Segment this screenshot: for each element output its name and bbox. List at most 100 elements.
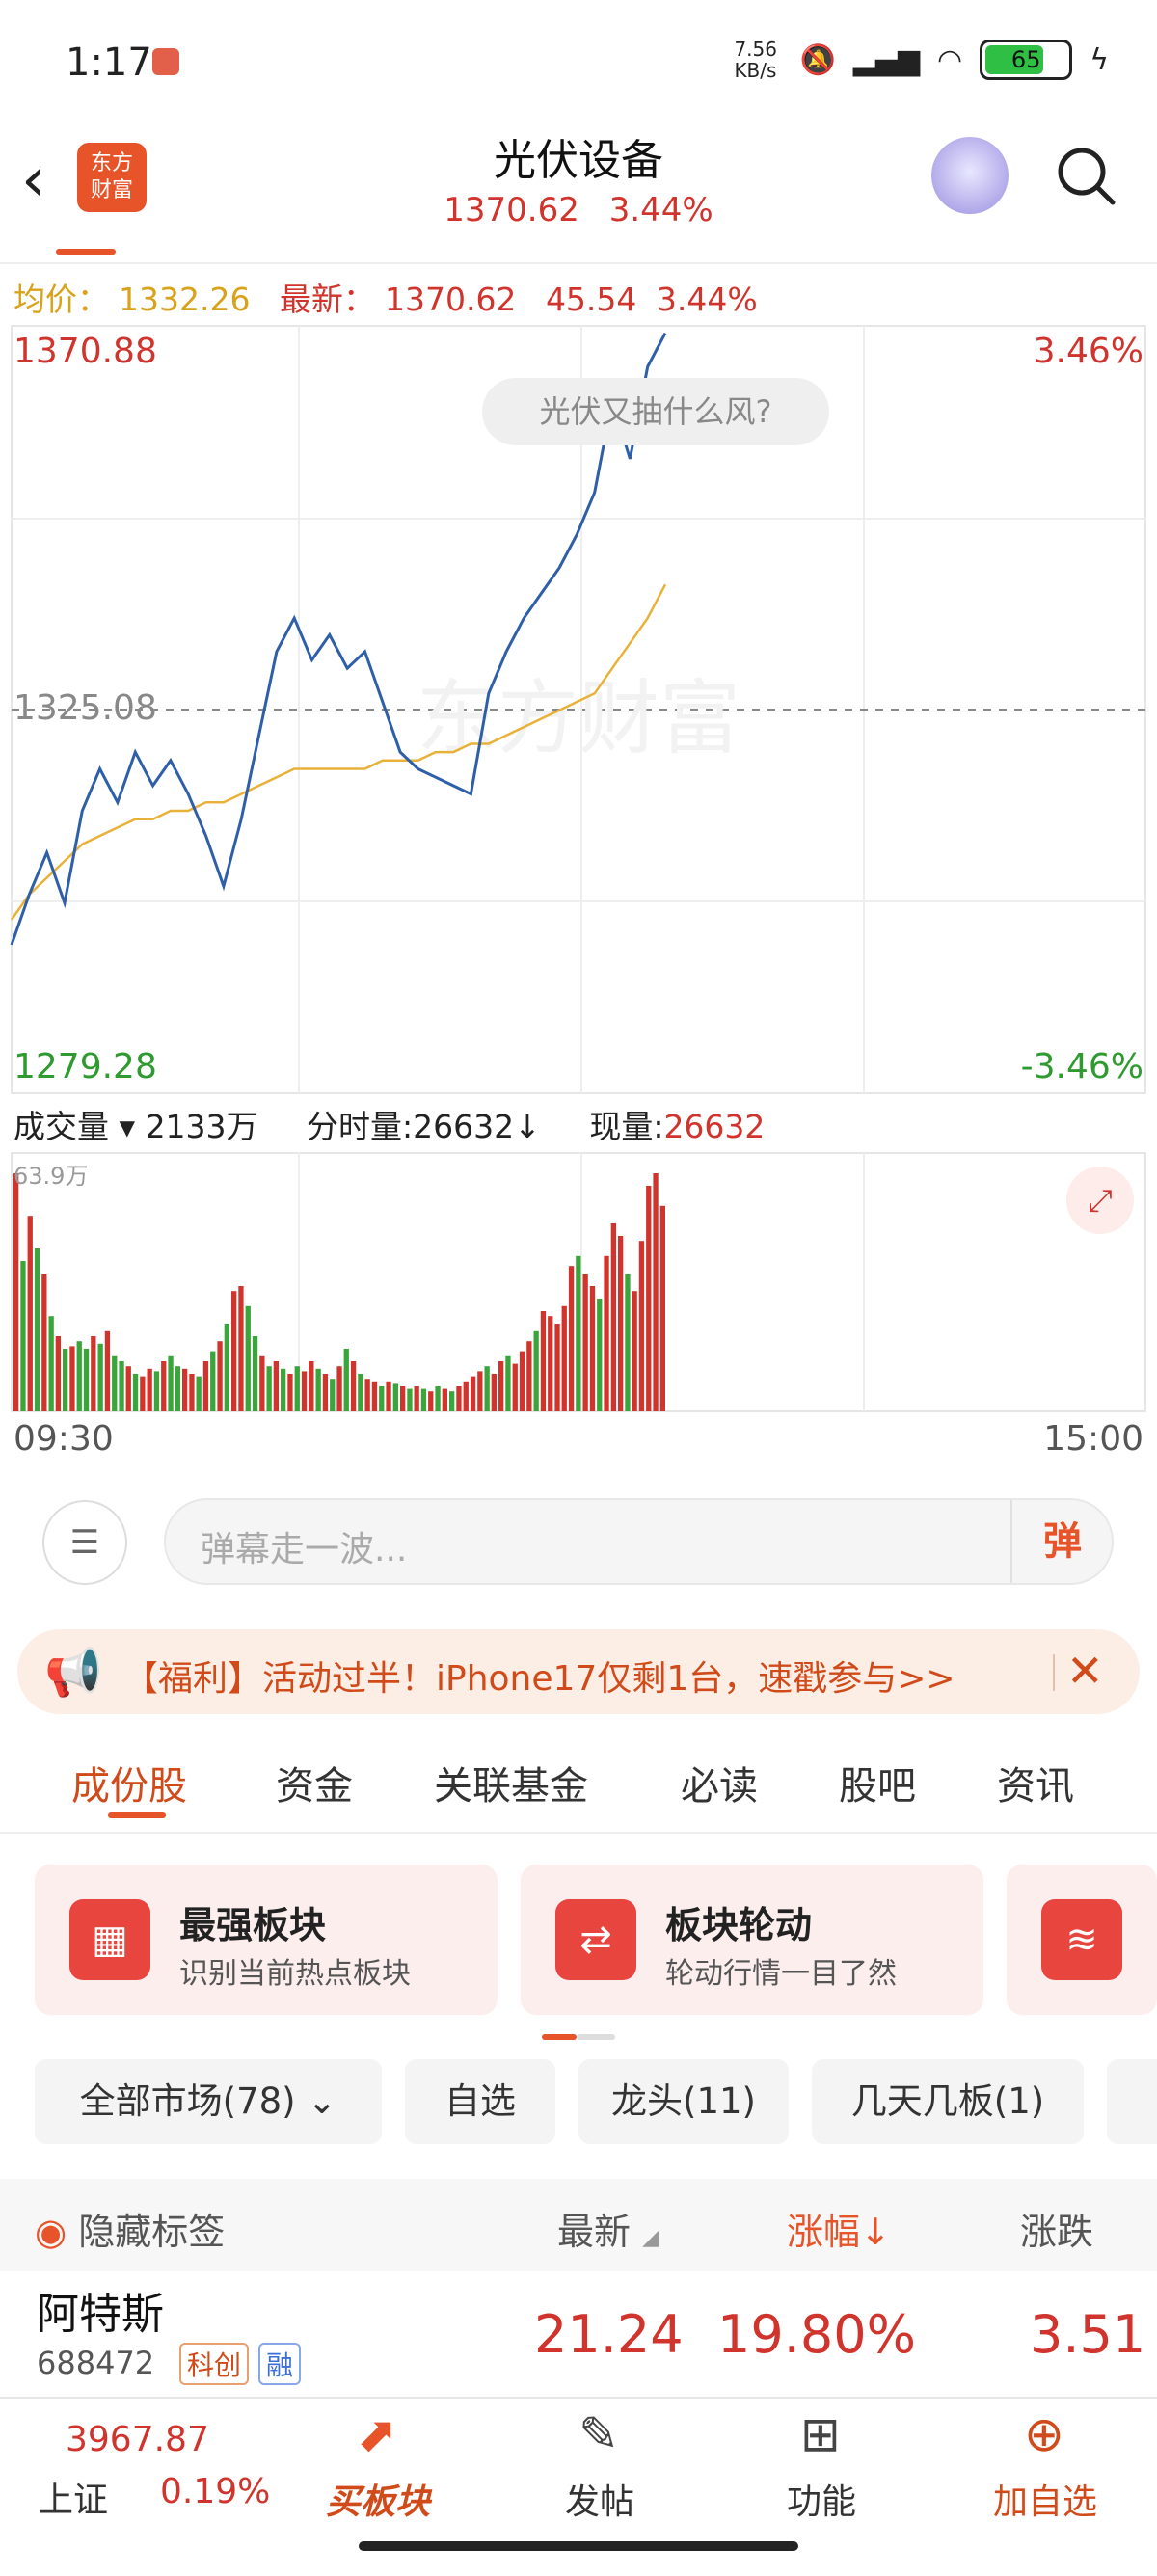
header-underline bbox=[56, 249, 116, 255]
nav-functions[interactable]: 功能 bbox=[744, 2474, 899, 2524]
volume-bar bbox=[491, 1374, 497, 1411]
megaphone-icon: 📢 bbox=[44, 1646, 102, 1700]
current-volume: 现量:26632 bbox=[589, 1108, 766, 1145]
volume-bar bbox=[632, 1291, 637, 1411]
battery-icon: 65 bbox=[980, 40, 1073, 80]
volume-bar bbox=[238, 1286, 244, 1411]
volume-bar bbox=[498, 1361, 504, 1411]
volume-bar bbox=[400, 1386, 406, 1411]
volume-bar bbox=[604, 1255, 609, 1411]
status-bar: 1:17 7.56 KB/s 🔕 ▂▄▆ ◠ 65 ϟ bbox=[0, 0, 1157, 125]
volume-bar bbox=[336, 1366, 342, 1411]
volume-bar bbox=[540, 1311, 547, 1411]
volume-bar bbox=[435, 1386, 441, 1411]
latest-label: 最新： 1370.62 bbox=[279, 281, 517, 318]
volume-bar bbox=[112, 1355, 118, 1411]
stock-change-pct: 19.80% bbox=[717, 2304, 916, 2365]
header-change-pct: 3.44% bbox=[608, 191, 713, 229]
volume-bar bbox=[414, 1386, 419, 1411]
banner-divider bbox=[1053, 1654, 1055, 1691]
edit-icon[interactable]: ✎ bbox=[565, 2406, 632, 2464]
volume-bar bbox=[646, 1186, 652, 1411]
rotation-icon: ⇄ bbox=[555, 1899, 636, 1980]
danmaku-send-button[interactable]: 弹 bbox=[1010, 1500, 1113, 1583]
grid-icon[interactable]: ⊞ bbox=[787, 2406, 854, 2464]
tab-bar: 成份股 资金 关联基金 必读 股吧 资讯 bbox=[0, 1726, 1157, 1834]
volume-bar bbox=[589, 1286, 596, 1411]
buy-sector-icon[interactable]: ⬈ bbox=[343, 2406, 411, 2464]
volume-dropdown[interactable]: 成交量 ▾ bbox=[13, 1108, 135, 1145]
chart-high-label: 1370.88 bbox=[13, 332, 157, 371]
filter-watchlist[interactable]: 自选 bbox=[405, 2059, 555, 2144]
col-latest[interactable]: 最新 ◢ bbox=[557, 2202, 659, 2255]
card-title: 最强板块 bbox=[179, 1904, 327, 1946]
volume-bar bbox=[202, 1361, 209, 1411]
col-change-pct[interactable]: 涨幅↓ bbox=[787, 2202, 891, 2255]
filter-more[interactable] bbox=[1107, 2059, 1157, 2144]
volume-bar bbox=[217, 1341, 223, 1411]
volume-bar bbox=[548, 1316, 553, 1411]
layers-icon: ≋ bbox=[1041, 1899, 1122, 1980]
tab-must-read[interactable]: 必读 bbox=[681, 1755, 758, 1811]
index-name[interactable]: 上证 bbox=[39, 2472, 108, 2522]
assistant-robot-icon[interactable] bbox=[931, 137, 1009, 214]
tab-constituents[interactable]: 成份股 bbox=[71, 1755, 187, 1811]
index-pct[interactable]: 0.19% bbox=[160, 2472, 270, 2511]
search-icon[interactable] bbox=[1053, 143, 1118, 208]
tab-news[interactable]: 资讯 bbox=[997, 1755, 1074, 1811]
nav-add-watchlist[interactable]: 加自选 bbox=[968, 2474, 1122, 2524]
index-value[interactable]: 3967.87 bbox=[66, 2420, 209, 2459]
volume-bar bbox=[104, 1330, 111, 1411]
home-indicator bbox=[359, 2541, 798, 2551]
volume-bar bbox=[364, 1379, 370, 1411]
volume-bar bbox=[505, 1355, 511, 1411]
volume-bar bbox=[420, 1388, 427, 1411]
volume-bar bbox=[576, 1255, 581, 1411]
app-logo[interactable]: 东方 财富 bbox=[77, 143, 147, 212]
filter-all-markets[interactable]: 全部市场(78) ⌄ bbox=[35, 2059, 382, 2144]
time-start: 09:30 bbox=[13, 1419, 114, 1459]
status-time: 1:17 bbox=[66, 40, 152, 85]
chart-low-pct: -3.46% bbox=[1020, 1047, 1144, 1087]
volume-bar bbox=[484, 1366, 490, 1411]
volume-bar bbox=[182, 1368, 188, 1411]
volume-bar bbox=[379, 1386, 385, 1411]
carousel-dot bbox=[577, 2034, 615, 2040]
volume-bar bbox=[533, 1330, 539, 1411]
tab-forum[interactable]: 股吧 bbox=[839, 1755, 916, 1811]
volume-bar bbox=[428, 1391, 434, 1411]
question-bubble[interactable]: 光伏又抽什么风? bbox=[482, 378, 829, 445]
volume-bar bbox=[153, 1371, 160, 1411]
chart-low-label: 1279.28 bbox=[13, 1047, 157, 1087]
tab-funds[interactable]: 资金 bbox=[276, 1755, 353, 1811]
close-icon[interactable]: ✕ bbox=[1066, 1645, 1104, 1697]
danmaku-settings-icon[interactable]: ☰ bbox=[42, 1500, 127, 1585]
promo-text[interactable]: 【福利】活动过半！iPhone17仅剩1台，速戳参与>> bbox=[123, 1650, 955, 1701]
filter-consecutive-limit[interactable]: 几天几板(1) bbox=[812, 2059, 1084, 2144]
nav-post[interactable]: 发帖 bbox=[523, 2474, 677, 2524]
volume-bar bbox=[34, 1248, 40, 1411]
volume-bar bbox=[273, 1361, 279, 1411]
expand-icon[interactable]: ⤢ bbox=[1066, 1167, 1134, 1234]
volume-bar bbox=[168, 1355, 174, 1411]
intraday-chart[interactable]: 东方财富 bbox=[0, 322, 1157, 1479]
back-icon[interactable]: ‹ bbox=[21, 145, 46, 216]
volume-bar bbox=[568, 1266, 575, 1411]
active-tab-indicator bbox=[108, 1812, 166, 1818]
volume-bar bbox=[653, 1173, 659, 1411]
hide-tags-toggle[interactable]: ◉ 隐藏标签 bbox=[35, 2202, 225, 2255]
volume-bar bbox=[625, 1274, 631, 1411]
volume-bar bbox=[343, 1349, 349, 1411]
volume-bar bbox=[470, 1376, 476, 1411]
col-change[interactable]: 涨跌 bbox=[1020, 2202, 1093, 2255]
add-circle-icon[interactable]: ⊕ bbox=[1010, 2406, 1078, 2464]
star-market-tag: 科创 bbox=[179, 2343, 250, 2385]
nav-buy-sector[interactable]: 买板块 bbox=[301, 2474, 455, 2524]
header: 光伏设备 1370.62 3.44% ‹ 东方 财富 bbox=[0, 125, 1157, 260]
filter-leaders[interactable]: 龙头(11) bbox=[578, 2059, 789, 2144]
card-subtitle: 识别当前热点板块 bbox=[179, 1957, 411, 1991]
volume-bar bbox=[449, 1391, 455, 1411]
margin-tag: 融 bbox=[258, 2343, 302, 2385]
tab-related-funds[interactable]: 关联基金 bbox=[434, 1755, 588, 1811]
net-speed: 7.56 KB/s bbox=[734, 38, 777, 82]
